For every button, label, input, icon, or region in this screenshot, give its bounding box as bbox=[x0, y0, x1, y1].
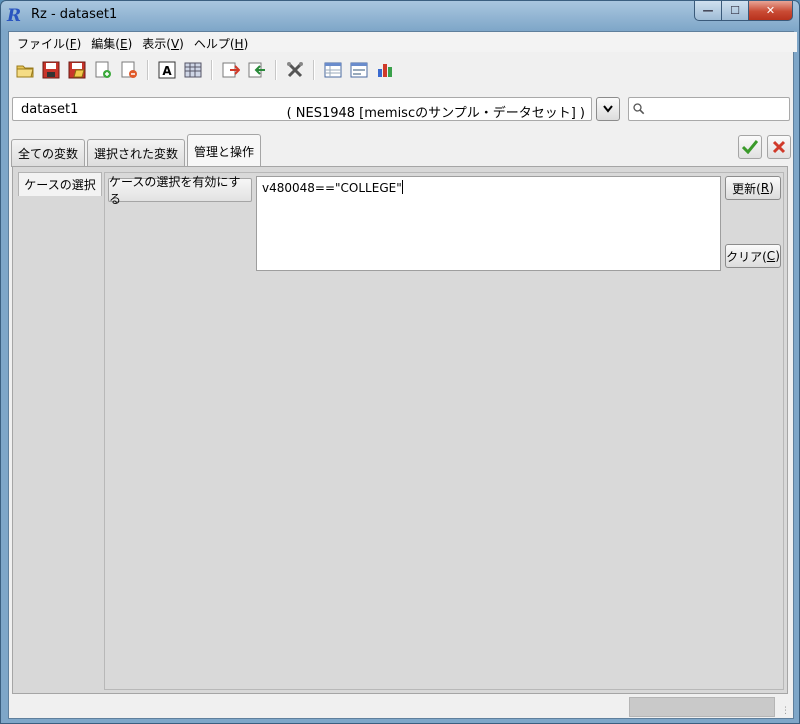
grid-icon[interactable] bbox=[183, 60, 203, 80]
text-icon[interactable]: A bbox=[157, 60, 177, 80]
import-icon[interactable] bbox=[93, 60, 113, 80]
data-view-icon[interactable] bbox=[349, 60, 369, 80]
search-icon bbox=[633, 103, 645, 115]
minimize-icon: — bbox=[702, 4, 714, 17]
clear-button-label: クリア( bbox=[726, 249, 767, 264]
manage-panel: ケースの選択 ケースの選択を有効にする v480048=="COLLEGE" 更… bbox=[12, 166, 788, 694]
close-button[interactable]: ✕ bbox=[749, 1, 793, 21]
menu-edit-tail: ) bbox=[127, 37, 133, 51]
maximize-button[interactable]: ☐ bbox=[722, 1, 749, 21]
tab-selected-variables[interactable]: 選択された変数 bbox=[87, 139, 186, 167]
tab-all-variables[interactable]: 全ての変数 bbox=[11, 139, 86, 167]
toolbar-separator bbox=[275, 60, 277, 80]
save-as-icon[interactable] bbox=[67, 60, 87, 80]
tab-case-selection[interactable]: ケースの選択 bbox=[18, 172, 102, 196]
tools-icon[interactable] bbox=[285, 60, 305, 80]
toolbar-separator bbox=[147, 60, 149, 80]
bar-chart-icon[interactable] bbox=[375, 60, 395, 80]
menu-edit[interactable]: 編集(E) bbox=[87, 32, 138, 52]
status-bar: ⋮ bbox=[9, 694, 793, 718]
menu-help-tail: ) bbox=[243, 37, 249, 51]
menu-file[interactable]: ファイル(F) bbox=[13, 32, 87, 52]
menu-help-label: ヘルプ( bbox=[193, 37, 235, 51]
checkmark-icon bbox=[742, 140, 758, 154]
chevron-down-icon bbox=[603, 105, 613, 113]
dataset-bar: dataset1 ( NES1948 [memiscのサンプル・データセット] … bbox=[9, 89, 793, 127]
dataset-selector[interactable]: dataset1 ( NES1948 [memiscのサンプル・データセット] … bbox=[12, 97, 592, 121]
save-icon[interactable] bbox=[41, 60, 61, 80]
dataset-description: ( NES1948 [memiscのサンプル・データセット] ) bbox=[286, 106, 585, 121]
menu-edit-label: 編集( bbox=[91, 37, 120, 51]
filter-expression-field[interactable]: v480048=="COLLEGE" bbox=[256, 176, 721, 271]
update-button-label: 更新( bbox=[732, 181, 761, 196]
app-window: R Rz - dataset1 — ☐ ✕ ファイル(F) 編集(E) 表示(V… bbox=[0, 0, 800, 724]
window-controls: — ☐ ✕ bbox=[694, 1, 793, 21]
toolbar-separator bbox=[211, 60, 213, 80]
menu-file-key: F bbox=[69, 37, 77, 51]
dataset-name: dataset1 bbox=[21, 102, 79, 117]
toolbar: A bbox=[9, 54, 793, 86]
clear-button-key: C bbox=[766, 249, 776, 263]
minimize-button[interactable]: — bbox=[694, 1, 722, 21]
menu-view-key: V bbox=[170, 37, 180, 51]
case-selection-panel: ケースの選択を有効にする v480048=="COLLEGE" 更新(R) クリ… bbox=[104, 172, 784, 690]
main-tabs: 全ての変数 選択された変数 管理と操作 bbox=[11, 133, 263, 167]
clear-button[interactable]: クリア(C) bbox=[725, 244, 781, 268]
r-app-icon: R bbox=[7, 6, 22, 26]
menu-help-key: H bbox=[234, 37, 244, 51]
tab-manage-operate[interactable]: 管理と操作 bbox=[187, 134, 262, 167]
menu-view[interactable]: 表示(V) bbox=[138, 32, 190, 52]
title-bar[interactable]: R Rz - dataset1 — ☐ ✕ bbox=[1, 1, 799, 31]
filter-expression-text: v480048=="COLLEGE" bbox=[262, 181, 402, 195]
add-row-icon[interactable] bbox=[221, 60, 241, 80]
enable-case-selection-toggle[interactable]: ケースの選択を有効にする bbox=[108, 175, 252, 206]
progress-bar bbox=[629, 697, 775, 717]
menu-help[interactable]: ヘルプ(H) bbox=[190, 32, 254, 52]
cross-icon bbox=[772, 140, 786, 154]
menu-file-tail: ) bbox=[76, 37, 82, 51]
window-title: Rz - dataset1 bbox=[31, 7, 118, 22]
search-input[interactable] bbox=[628, 97, 790, 121]
text-caret bbox=[401, 180, 403, 194]
clear-button-tail: ) bbox=[775, 249, 780, 263]
update-button[interactable]: 更新(R) bbox=[725, 176, 781, 200]
dataset-dropdown-button[interactable] bbox=[596, 97, 620, 121]
open-folder-icon[interactable] bbox=[15, 60, 35, 80]
cancel-button[interactable] bbox=[767, 135, 791, 159]
remove-row-icon[interactable] bbox=[247, 60, 267, 80]
update-button-tail: ) bbox=[769, 181, 774, 195]
menu-edit-key: E bbox=[119, 37, 128, 51]
menu-view-label: 表示( bbox=[142, 37, 171, 51]
update-button-key: R bbox=[760, 181, 770, 195]
client-area: ファイル(F) 編集(E) 表示(V) ヘルプ(H) A dataset1 (… bbox=[8, 31, 797, 719]
svg-text:A: A bbox=[162, 64, 172, 78]
close-icon: ✕ bbox=[765, 4, 776, 17]
toolbar-separator bbox=[313, 60, 315, 80]
menu-file-label: ファイル( bbox=[17, 37, 70, 51]
menu-view-tail: ) bbox=[179, 37, 184, 51]
menu-bar: ファイル(F) 編集(E) 表示(V) ヘルプ(H) bbox=[9, 32, 797, 52]
resize-grip-icon[interactable]: ⋮ bbox=[781, 706, 791, 716]
maximize-icon: ☐ bbox=[730, 4, 740, 17]
ok-button[interactable] bbox=[738, 135, 762, 159]
export-icon[interactable] bbox=[119, 60, 139, 80]
variable-view-icon[interactable] bbox=[323, 60, 343, 80]
